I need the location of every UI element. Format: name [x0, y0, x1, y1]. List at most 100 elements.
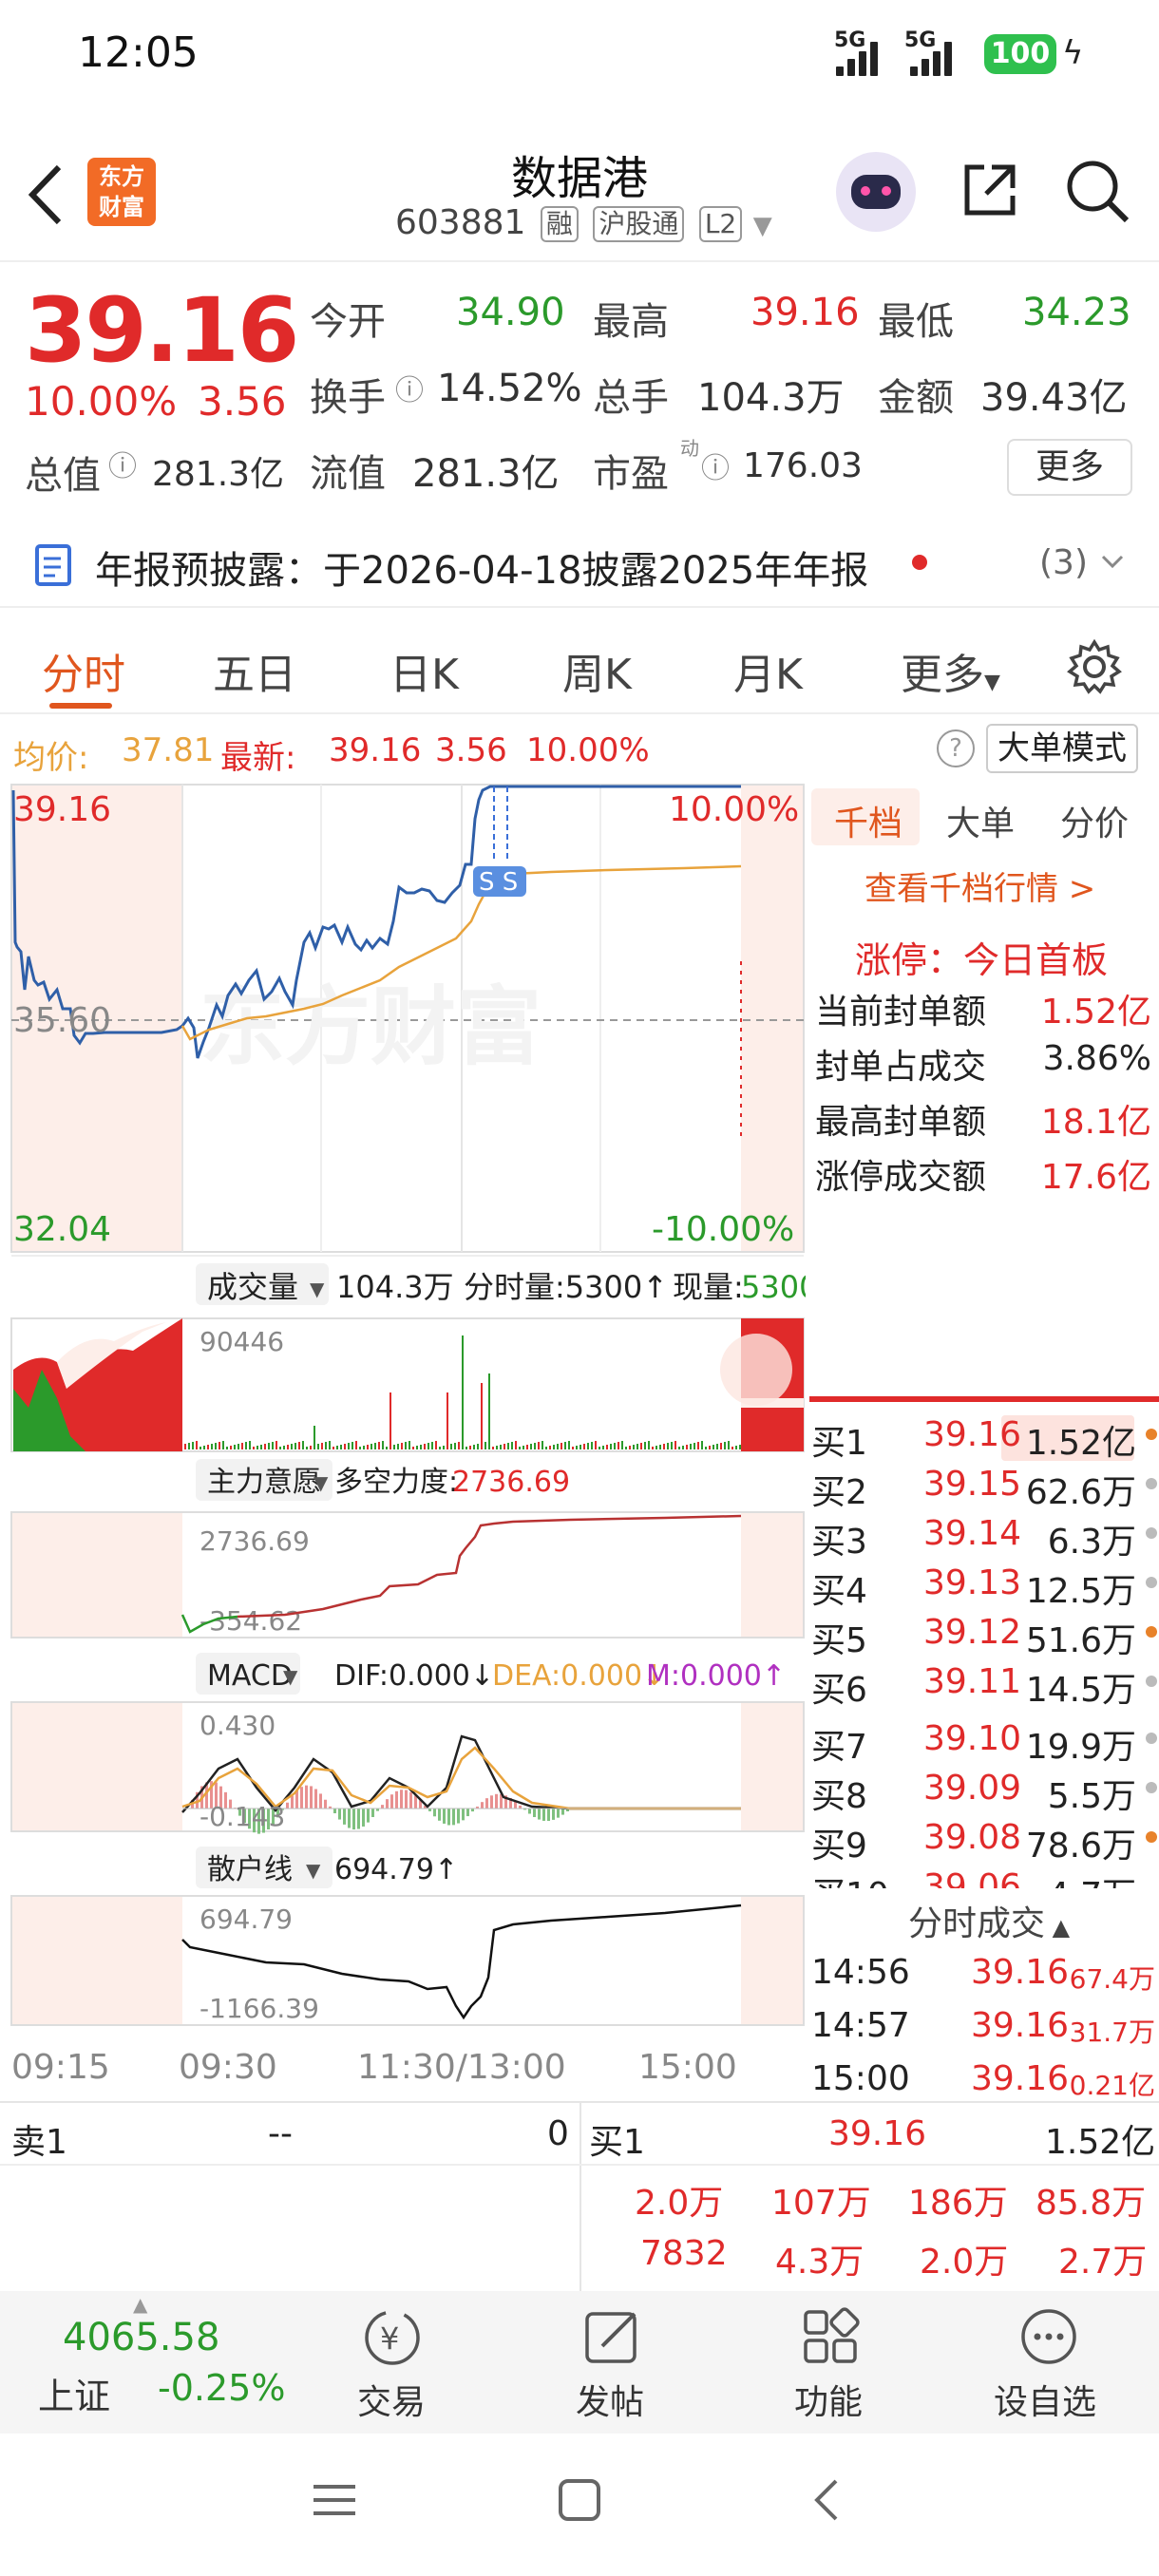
tab-intraday[interactable]: 分时 [42, 640, 125, 701]
volume-bar [458, 1442, 460, 1449]
macd-bar [557, 1809, 560, 1818]
add-watchlist-button[interactable]: 设自选 [984, 2291, 1117, 2434]
sell1-price: -- [268, 2114, 293, 2153]
tab-day-k[interactable]: 日K [390, 640, 459, 701]
intraday-chart[interactable]: 东方财富 S S 39.16 10.00% 35.60 32.04 -10.00… [0, 781, 818, 2103]
gear-icon[interactable] [1066, 638, 1123, 695]
order-book[interactable]: 买1 39.16 1.52亿 买2 39.15 62.6万 买3 39.14 6.3万 买4… [806, 1411, 1159, 1715]
macd-bar [381, 1805, 384, 1809]
macd-bar [291, 1795, 294, 1809]
time-label-noon: 11:30/13:00 [357, 2048, 566, 2087]
notice-bar[interactable]: 年报预披露：于2026-04-18披露2025年年报 (3) [0, 517, 1159, 608]
share-icon[interactable] [960, 160, 1020, 220]
macd-bar [400, 1790, 403, 1809]
volume-bar [621, 1441, 623, 1449]
retail-line-label[interactable]: 散户线 [207, 1853, 293, 1886]
robot-assistant-icon[interactable] [836, 152, 916, 232]
volume-bar [709, 1446, 711, 1449]
volume-bar [272, 1442, 274, 1449]
mid-price: 35.60 [13, 1001, 111, 1040]
svg-text:▼: ▼ [283, 1665, 298, 1688]
svg-text:¥: ¥ [380, 2320, 399, 2357]
side-tab-depth[interactable]: 千档 [834, 796, 902, 845]
volume-bar [534, 1443, 536, 1449]
svg-text:▼: ▼ [310, 1278, 325, 1300]
volume-bar [405, 1442, 407, 1449]
buy1-label: 买1 [589, 2123, 645, 2162]
volume-bar [336, 1446, 338, 1449]
volume-label: 总手 [593, 376, 669, 420]
macd-bar [561, 1809, 564, 1815]
back-nav-icon[interactable] [804, 2475, 853, 2525]
trade-button[interactable]: ¥ 交易 [346, 2291, 441, 2434]
volume-bar [720, 1443, 722, 1449]
info-icon[interactable]: ⓘ [108, 443, 137, 484]
tab-week-k[interactable]: 周K [562, 640, 632, 701]
volume-bar [716, 1444, 718, 1449]
macd-min: -0.143 [200, 1801, 285, 1832]
order-book-lower[interactable]: 买7 39.1019.9万 买8 39.09 5.5万 买9 39.0878.6万 买1… [806, 1715, 1159, 1911]
macd-bar [438, 1809, 441, 1821]
volume-bar [587, 1443, 589, 1449]
big-order-badge[interactable]: S S [479, 868, 518, 897]
index-ticker[interactable]: ▲ 4065.58 上证 -0.25% [0, 2291, 323, 2434]
volume-indicator-label[interactable]: 成交量 [207, 1269, 298, 1305]
book-price: 39.10 [923, 1719, 1022, 1758]
macd-label[interactable]: MACD [207, 1659, 293, 1693]
volume-bar [234, 1445, 236, 1449]
volume-bar [557, 1444, 559, 1449]
dot-marker [1146, 1478, 1157, 1489]
macd-bar [286, 1802, 289, 1809]
home-icon[interactable] [555, 2475, 604, 2525]
book-volume: 14.5万 [1025, 1671, 1136, 1710]
expand-icon[interactable] [720, 1334, 792, 1406]
queue-value: 2.7万 [1058, 2243, 1148, 2282]
volume-bar [568, 1441, 570, 1449]
search-icon[interactable] [1064, 158, 1130, 224]
change-amount: 3.56 [198, 378, 287, 425]
side-tab-big-order[interactable]: 大单 [946, 796, 1015, 845]
macd-bar [300, 1787, 303, 1809]
main-force-label[interactable]: 主力意愿 [207, 1466, 321, 1499]
turnover-value: 14.52% [437, 367, 582, 410]
period-tabs: 分时 五日 日K 周K 月K 更多▼ [0, 616, 1159, 714]
help-icon[interactable]: ? [937, 729, 975, 767]
volume-bar [572, 1447, 574, 1449]
volume-bar [663, 1444, 665, 1449]
post-button[interactable]: 发帖 [564, 2291, 659, 2434]
latest-pct: 10.00% [526, 731, 650, 769]
side-tab-price[interactable]: 分价 [1060, 796, 1129, 845]
volume-bar [511, 1442, 513, 1449]
volume-bar [443, 1446, 445, 1449]
info-icon[interactable]: ⓘ [395, 367, 424, 408]
stock-code-line[interactable]: 603881 融 沪股通 L2 ▼ [395, 203, 772, 242]
float-label: 流值 [310, 452, 386, 496]
big-order-mode-button[interactable]: 大单模式 [986, 724, 1138, 773]
volume-bar [374, 1443, 376, 1449]
volume-bar [618, 1442, 619, 1449]
tab-five-day[interactable]: 五日 [213, 640, 296, 701]
volume-bar [412, 1447, 414, 1449]
volume-bar [321, 1443, 323, 1449]
more-button[interactable]: 更多 [1007, 439, 1132, 496]
volume-bar [553, 1445, 555, 1449]
volume-bar [355, 1441, 357, 1449]
retail-max: 694.79 [200, 1904, 293, 1935]
signal-icon-2 [910, 38, 961, 76]
tab-more[interactable]: 更多▼ [901, 640, 1000, 701]
quote-panel: 39.16 10.00% 3.56 总值 ⓘ 281.3亿 今开 34.90 最… [0, 266, 1159, 503]
info-icon[interactable]: ⓘ [701, 445, 730, 486]
volume-bar [542, 1441, 543, 1449]
tab-month-k[interactable]: 月K [733, 640, 803, 701]
macd-max: 0.430 [200, 1710, 276, 1741]
ticks-title[interactable]: 分时成交 ▲ [908, 1896, 1070, 1945]
menu-icon[interactable] [310, 2475, 359, 2525]
volume-bar [712, 1445, 714, 1449]
queue-value: 4.3万 [775, 2243, 864, 2282]
view-depth-link[interactable]: 查看千档行情 > [864, 862, 1095, 909]
function-button[interactable]: 功能 [783, 2291, 878, 2434]
order-side-panel: 千档 大单 分价 查看千档行情 > 涨停：今日首板 当前封单额 1.52亿 封单占… [806, 781, 1159, 2103]
volume-bar [416, 1446, 418, 1449]
macd-bar [352, 1809, 355, 1830]
volume-bar [238, 1444, 239, 1449]
